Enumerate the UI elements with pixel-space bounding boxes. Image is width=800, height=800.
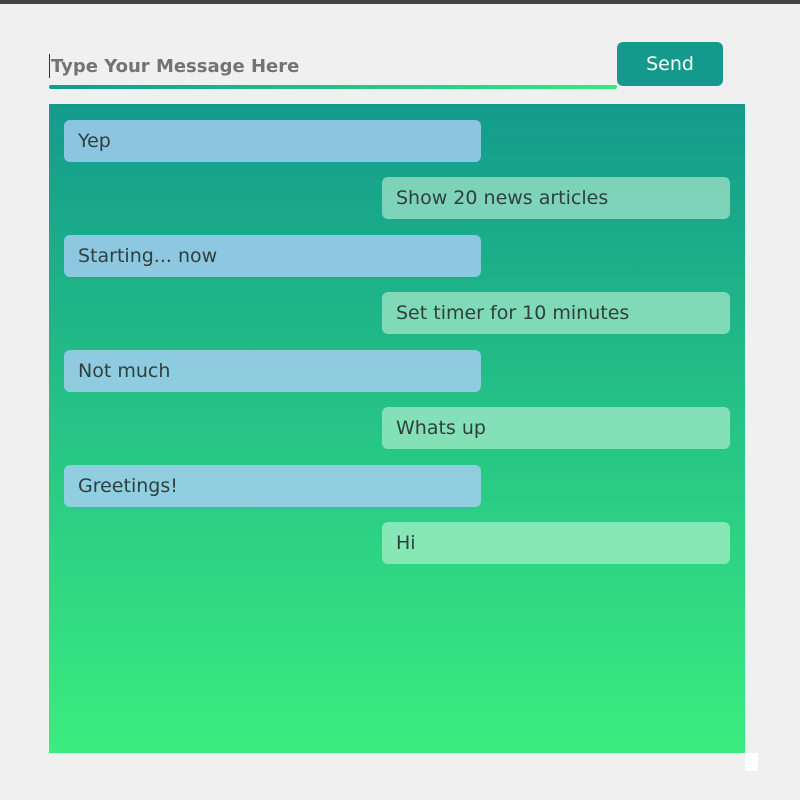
window-top-border (0, 0, 800, 4)
user-message-bubble: Set timer for 10 minutes (382, 292, 730, 334)
user-message-bubble: Hi (382, 522, 730, 564)
bot-message-bubble: Yep (64, 120, 481, 162)
resize-corner (745, 753, 758, 771)
bot-message-bubble: Greetings! (64, 465, 481, 507)
chat-panel[interactable]: Yep Show 20 news articles Starting... no… (49, 104, 745, 753)
message-input[interactable] (49, 48, 617, 84)
text-caret (49, 54, 50, 78)
user-message-bubble: Show 20 news articles (382, 177, 730, 219)
bot-message-bubble: Starting... now (64, 235, 481, 277)
input-underline (49, 85, 617, 89)
user-message-bubble: Whats up (382, 407, 730, 449)
bot-message-bubble: Not much (64, 350, 481, 392)
message-composer: Send (49, 42, 723, 90)
send-button[interactable]: Send (617, 42, 723, 86)
